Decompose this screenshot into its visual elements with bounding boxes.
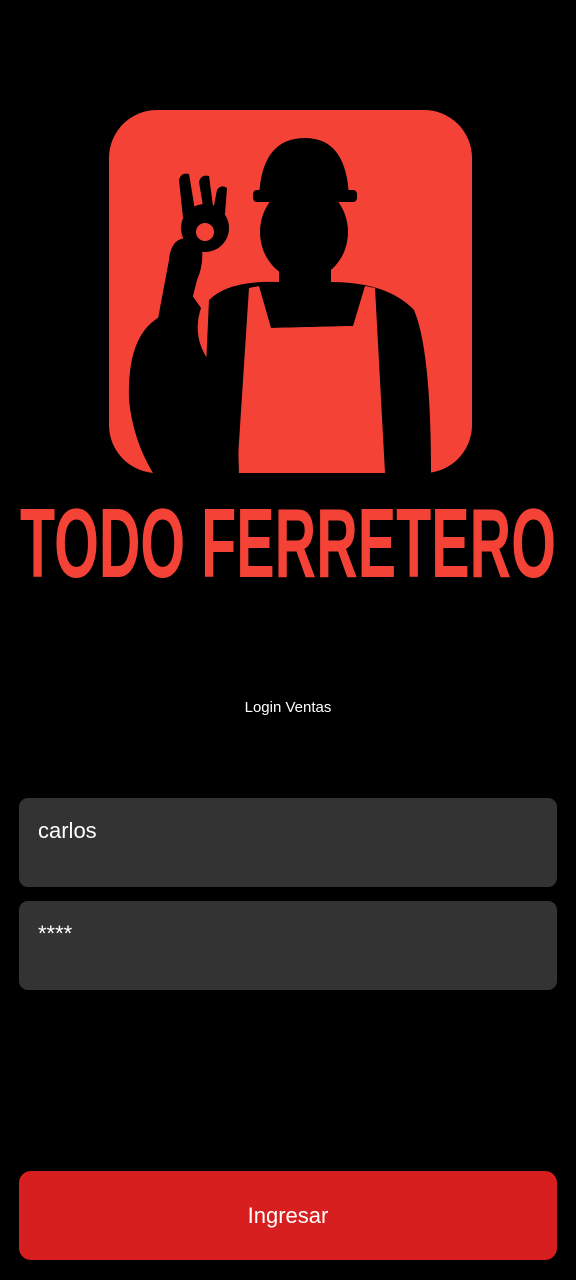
worker-ok-gesture-icon xyxy=(109,110,472,473)
username-input[interactable] xyxy=(38,816,538,846)
password-input[interactable] xyxy=(38,919,538,949)
brand-name: TODO FERRETERO xyxy=(20,490,556,590)
ingresar-button[interactable]: Ingresar xyxy=(19,1171,557,1260)
password-field[interactable] xyxy=(19,901,557,990)
brand-logo xyxy=(109,110,472,473)
login-subtitle: Login Ventas xyxy=(244,699,332,716)
brand-wordmark: TODO FERRETERO xyxy=(18,490,558,590)
username-field[interactable] xyxy=(19,798,557,887)
